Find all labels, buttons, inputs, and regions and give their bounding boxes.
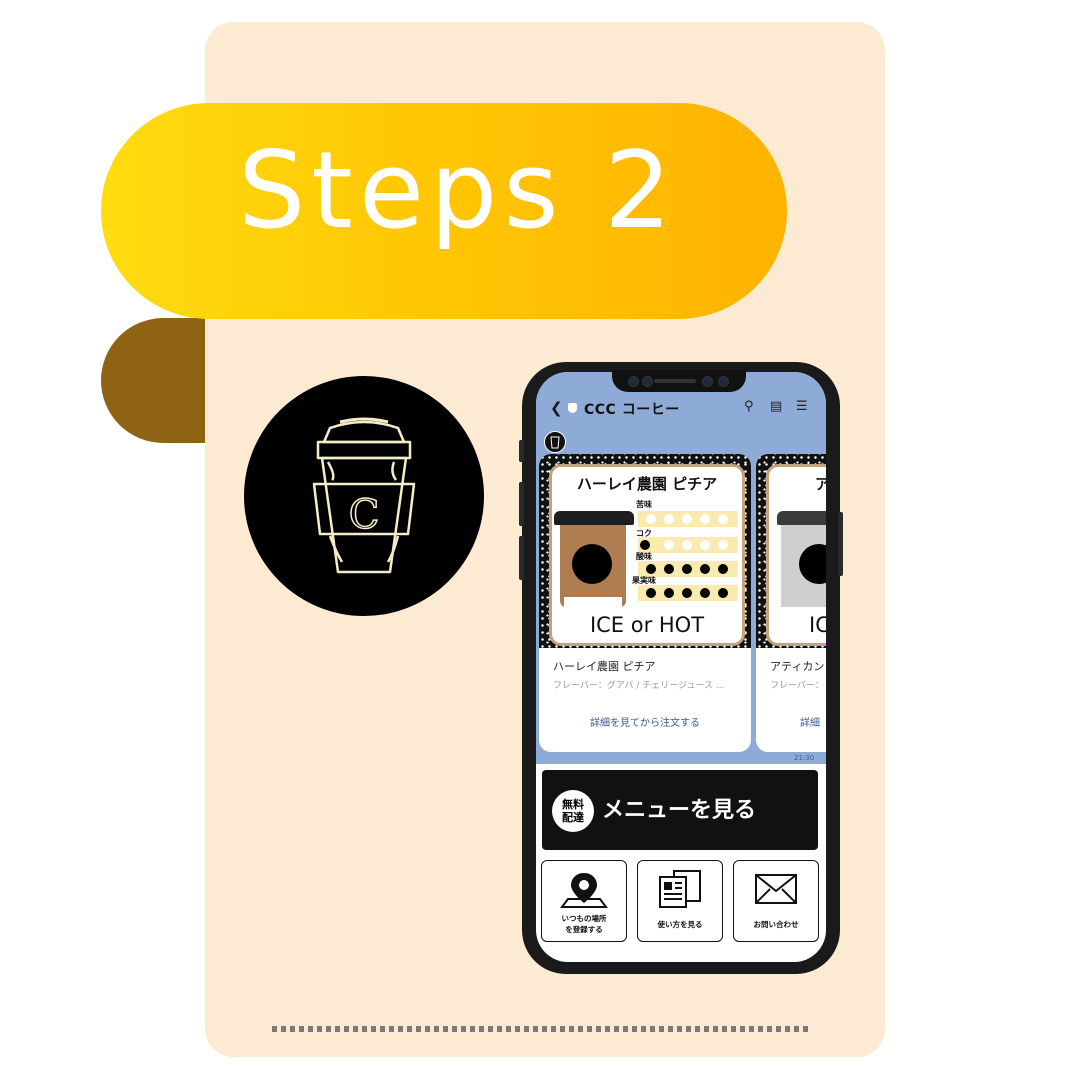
phone-volume-down [519,536,524,580]
temperature-label: ICE or HOT [589,613,705,637]
product-image-title: ハーレイ農園 ピチア [576,475,718,493]
product-name: ハーレイ農園 ピチア [553,660,656,673]
flavor-bar-body [638,537,738,553]
product-card[interactable]: アテ IC アティカン フレーバー： 詳細 [756,454,826,752]
product-image-title: アテ [815,475,826,493]
cup-bottom-band [564,597,622,607]
tile-label: 使い方を見る [657,920,703,929]
badge-text: 無料 配達 [562,798,584,824]
product-image: アテ IC [756,454,826,648]
view-menu-button[interactable]: 無料 配達 メニューを見る [542,770,818,850]
product-frame: ハーレイ農園 ピチア 苦味 コク 酸味 果実味 ICE or HOT [549,464,745,646]
order-details-link[interactable]: 詳細を見てから注文する [539,714,751,729]
envelope-icon [734,869,818,909]
sensor-icon [718,376,729,387]
coffee-cup-icon [550,436,560,449]
product-card[interactable]: ハーレイ農園 ピチア 苦味 コク 酸味 果実味 ICE or HOT ハーレイ農… [539,454,751,752]
map-pin-icon [542,869,626,909]
phone-screen: ❮ CCC コーヒー ⚲ ▤ ☰ ハーレイ農園 ピチア 苦味 コク 酸味 果実味… [536,372,826,962]
temperature-label: IC [809,613,826,637]
flavor-label: 苦味 [636,500,652,509]
cup-lid [554,511,634,525]
product-name: アティカン [770,660,825,673]
flavor-bar-bitterness [638,511,738,527]
chevron-left-icon[interactable]: ❮ [550,399,563,417]
phone-volume-up [519,482,524,526]
product-description: フレーバー： [770,681,824,691]
speaker-grille [654,379,696,383]
coffee-cup-icon: C [312,417,416,574]
shield-icon [568,403,577,413]
phone-power-button [838,512,843,576]
flavor-bar-fruitiness [638,585,738,601]
tile-label: お問い合わせ [753,920,799,929]
how-to-use-button[interactable]: 使い方を見る [637,860,723,942]
banner-fold [101,318,205,443]
step-title: Steps 2 [238,129,678,252]
contact-button[interactable]: お問い合わせ [733,860,819,942]
dotted-divider [272,1026,812,1032]
tile-label: いつもの場所 を登録する [561,914,607,934]
product-description: フレーバー：グアバ / チェリージュース ... [553,681,725,691]
cup-logo [572,544,612,584]
register-location-button[interactable]: いつもの場所 を登録する [541,860,627,942]
coffee-logo: C [244,376,484,616]
phone-side-button [519,440,524,462]
phone-notch [612,370,746,392]
chat-title: CCC コーヒー [584,402,680,418]
note-icon[interactable]: ▤ [770,399,782,414]
camera-icon [702,376,713,387]
product-image: ハーレイ農園 ピチア 苦味 コク 酸味 果実味 ICE or HOT [539,454,751,648]
chat-area[interactable]: ❮ CCC コーヒー ⚲ ▤ ☰ ハーレイ農園 ピチア 苦味 コク 酸味 果実味… [536,372,826,764]
product-frame: アテ IC [766,464,826,646]
view-menu-label: メニューを見る [602,797,757,823]
document-icon [638,869,722,909]
free-delivery-badge: 無料 配達 [552,790,594,832]
menu-icon[interactable]: ☰ [796,399,808,414]
avatar[interactable] [544,431,566,453]
message-timestamp: 21:30 [794,754,815,762]
search-icon[interactable]: ⚲ [744,399,754,414]
sensor-icon [628,376,639,387]
camera-icon [642,376,653,387]
cup-lid [777,511,826,525]
chat-header: ❮ CCC コーヒー ⚲ ▤ ☰ [536,396,826,422]
logo-letter: C [349,492,380,538]
order-details-link[interactable]: 詳細 [800,714,826,729]
